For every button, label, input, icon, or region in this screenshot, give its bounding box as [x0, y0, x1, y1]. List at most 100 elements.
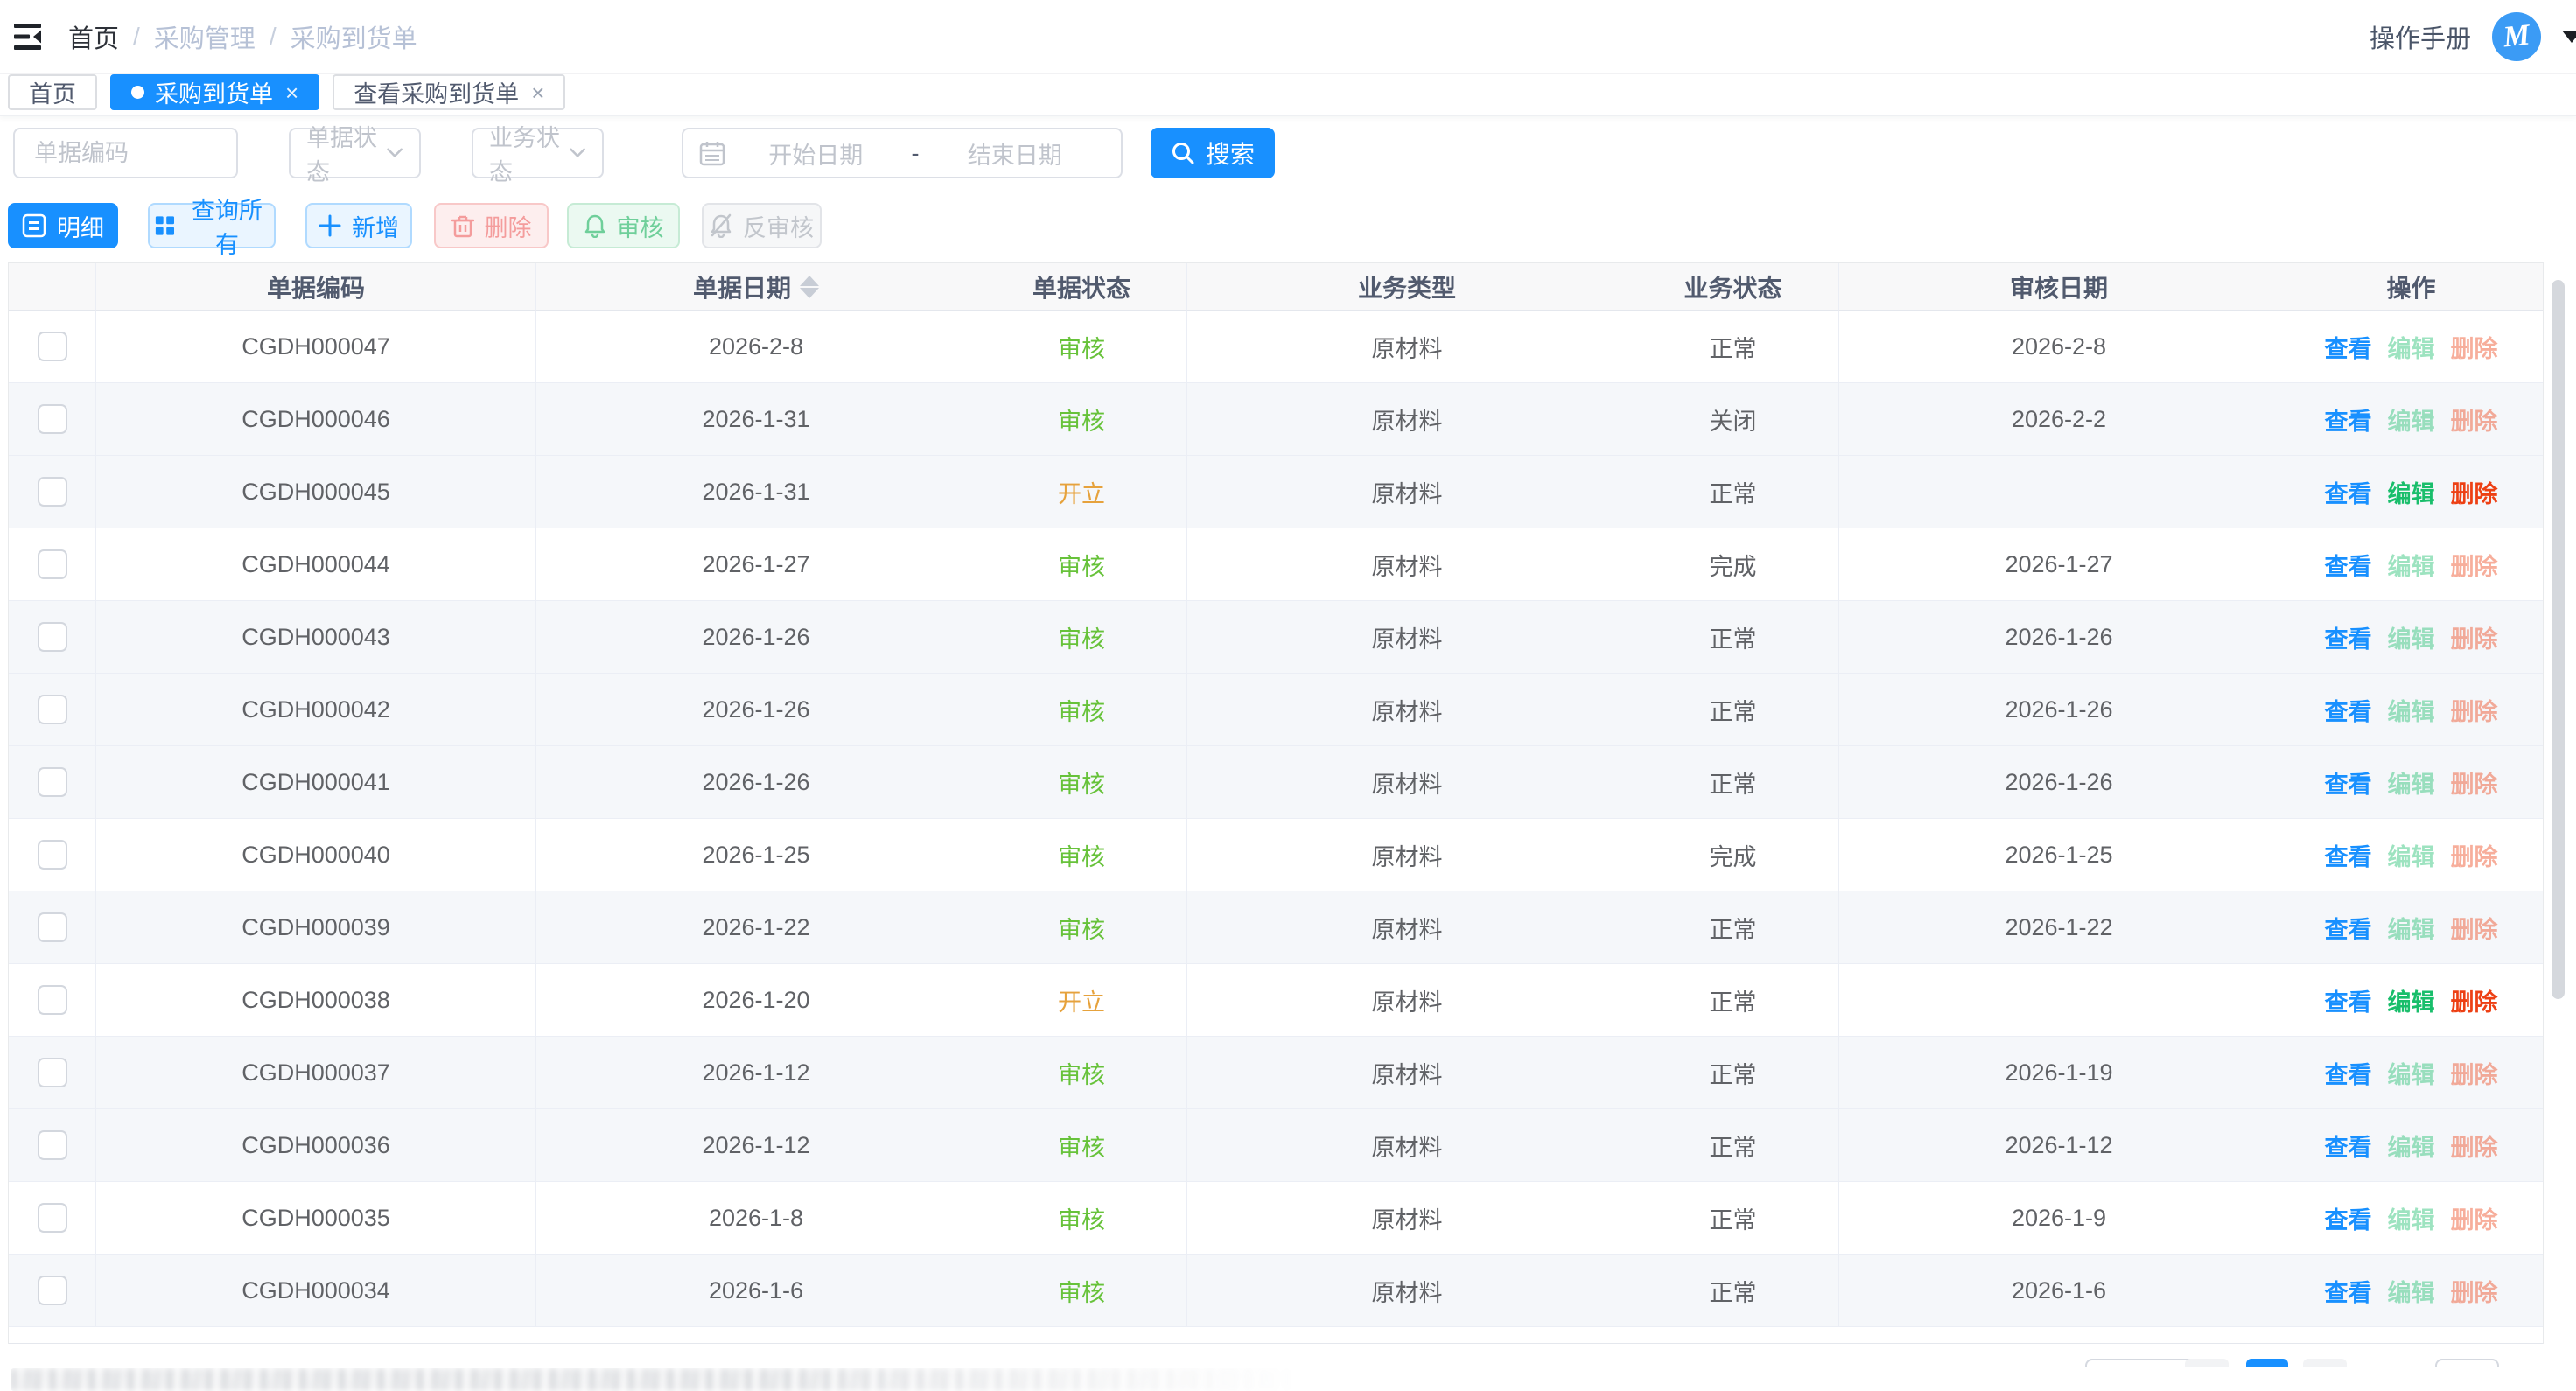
- delete-link[interactable]: 删除: [2451, 911, 2498, 945]
- edit-link[interactable]: 编辑: [2388, 620, 2435, 654]
- row-checkbox[interactable]: [38, 767, 67, 797]
- biz-status-cell: 正常: [1628, 1037, 1839, 1109]
- sort-icon[interactable]: [800, 276, 819, 298]
- audit-button[interactable]: 审核: [567, 203, 680, 248]
- delete-link[interactable]: 删除: [2451, 693, 2498, 727]
- view-link[interactable]: 查看: [2325, 548, 2372, 582]
- breadcrumb-purchase-mgmt[interactable]: 采购管理: [154, 18, 256, 55]
- biz-type: 原材料: [1372, 911, 1443, 945]
- delete-link[interactable]: 删除: [2451, 620, 2498, 654]
- start-date-placeholder[interactable]: 开始日期: [725, 136, 906, 171]
- menu-fold-icon[interactable]: [14, 23, 46, 51]
- row-checkbox[interactable]: [38, 912, 67, 942]
- biz-status: 正常: [1710, 475, 1757, 509]
- search-button[interactable]: 搜索: [1151, 128, 1275, 178]
- doc-code-input[interactable]: [32, 139, 236, 168]
- breadcrumb-home[interactable]: 首页: [68, 18, 119, 55]
- edit-link[interactable]: 编辑: [2388, 1056, 2435, 1090]
- edit-link[interactable]: 编辑: [2388, 838, 2435, 872]
- view-link[interactable]: 查看: [2325, 838, 2372, 872]
- view-link[interactable]: 查看: [2325, 402, 2372, 437]
- query-all-button[interactable]: 查询所有: [148, 203, 276, 248]
- row-checkbox-cell: [9, 964, 96, 1037]
- row-checkbox[interactable]: [38, 549, 67, 579]
- edit-link[interactable]: 编辑: [2388, 475, 2435, 509]
- view-link[interactable]: 查看: [2325, 1201, 2372, 1235]
- close-icon[interactable]: ×: [531, 81, 544, 104]
- tab-home[interactable]: 首页: [8, 74, 97, 110]
- view-link[interactable]: 查看: [2325, 765, 2372, 800]
- row-checkbox[interactable]: [38, 1058, 67, 1087]
- edit-link[interactable]: 编辑: [2388, 402, 2435, 437]
- delete-link[interactable]: 删除: [2451, 983, 2498, 1017]
- edit-link[interactable]: 编辑: [2388, 911, 2435, 945]
- grid-icon: [155, 214, 175, 237]
- detail-button[interactable]: 明细: [8, 203, 118, 248]
- row-checkbox[interactable]: [38, 622, 67, 652]
- current-page-button[interactable]: [2246, 1359, 2288, 1367]
- doc-code: CGDH000037: [242, 1059, 390, 1087]
- view-link[interactable]: 查看: [2325, 1274, 2372, 1308]
- row-checkbox[interactable]: [38, 477, 67, 507]
- delete-link[interactable]: 删除: [2451, 838, 2498, 872]
- delete-link[interactable]: 删除: [2451, 548, 2498, 582]
- row-checkbox[interactable]: [38, 1130, 67, 1160]
- view-link[interactable]: 查看: [2325, 475, 2372, 509]
- operation-manual-link[interactable]: 操作手册: [2370, 18, 2471, 55]
- delete-link[interactable]: 删除: [2451, 475, 2498, 509]
- delete-link[interactable]: 删除: [2451, 1129, 2498, 1163]
- row-checkbox[interactable]: [38, 332, 67, 361]
- edit-link[interactable]: 编辑: [2388, 693, 2435, 727]
- view-link[interactable]: 查看: [2325, 620, 2372, 654]
- bottom-artifact-strip: [10, 1368, 1306, 1391]
- biz-status-select[interactable]: 业务状态: [472, 128, 604, 178]
- delete-link[interactable]: 删除: [2451, 765, 2498, 800]
- edit-link[interactable]: 编辑: [2388, 330, 2435, 364]
- view-link[interactable]: 查看: [2325, 911, 2372, 945]
- edit-link[interactable]: 编辑: [2388, 765, 2435, 800]
- doc-status: 审核: [1058, 402, 1105, 437]
- row-checkbox[interactable]: [38, 404, 67, 434]
- avatar[interactable]: M: [2492, 12, 2541, 61]
- date-range-picker[interactable]: 开始日期 - 结束日期: [682, 128, 1123, 178]
- edit-link[interactable]: 编辑: [2388, 983, 2435, 1017]
- delete-button[interactable]: 删除: [434, 203, 549, 248]
- edit-link[interactable]: 编辑: [2388, 548, 2435, 582]
- header-doc-date-sortable[interactable]: 单据日期: [536, 263, 976, 311]
- next-page-button[interactable]: [2303, 1359, 2347, 1367]
- edit-link[interactable]: 编辑: [2388, 1201, 2435, 1235]
- row-checkbox[interactable]: [38, 985, 67, 1015]
- edit-link[interactable]: 编辑: [2388, 1129, 2435, 1163]
- view-link[interactable]: 查看: [2325, 693, 2372, 727]
- audit-date: 2026-2-8: [2012, 333, 2106, 360]
- caret-down-icon[interactable]: [2562, 31, 2576, 43]
- prev-page-button[interactable]: [2185, 1359, 2229, 1367]
- delete-link[interactable]: 删除: [2451, 1274, 2498, 1308]
- doc-status-cell: 审核: [976, 1255, 1187, 1327]
- audit-date: 2026-2-2: [2012, 406, 2106, 433]
- row-checkbox[interactable]: [38, 1203, 67, 1233]
- doc-code-field[interactable]: [13, 128, 238, 178]
- vertical-scrollbar-thumb[interactable]: [2552, 280, 2565, 999]
- close-icon[interactable]: ×: [285, 81, 298, 104]
- delete-link[interactable]: 删除: [2451, 330, 2498, 364]
- page-jumper-input[interactable]: [2435, 1359, 2499, 1367]
- tab-view-purchase-arrival[interactable]: 查看采购到货单 ×: [332, 74, 565, 110]
- view-link[interactable]: 查看: [2325, 1129, 2372, 1163]
- unaudit-button[interactable]: 反审核: [702, 203, 822, 248]
- view-link[interactable]: 查看: [2325, 1056, 2372, 1090]
- row-checkbox[interactable]: [38, 840, 67, 870]
- view-link[interactable]: 查看: [2325, 983, 2372, 1017]
- biz-type-cell: 原材料: [1187, 746, 1628, 819]
- delete-link[interactable]: 删除: [2451, 402, 2498, 437]
- view-link[interactable]: 查看: [2325, 330, 2372, 364]
- delete-link[interactable]: 删除: [2451, 1201, 2498, 1235]
- end-date-placeholder[interactable]: 结束日期: [925, 136, 1106, 171]
- doc-status-select[interactable]: 单据状态: [289, 128, 421, 178]
- tab-purchase-arrival-active[interactable]: 采购到货单 ×: [110, 74, 319, 110]
- delete-link[interactable]: 删除: [2451, 1056, 2498, 1090]
- row-checkbox[interactable]: [38, 695, 67, 724]
- edit-link[interactable]: 编辑: [2388, 1274, 2435, 1308]
- row-checkbox[interactable]: [38, 1276, 67, 1305]
- add-button[interactable]: 新增: [305, 203, 412, 248]
